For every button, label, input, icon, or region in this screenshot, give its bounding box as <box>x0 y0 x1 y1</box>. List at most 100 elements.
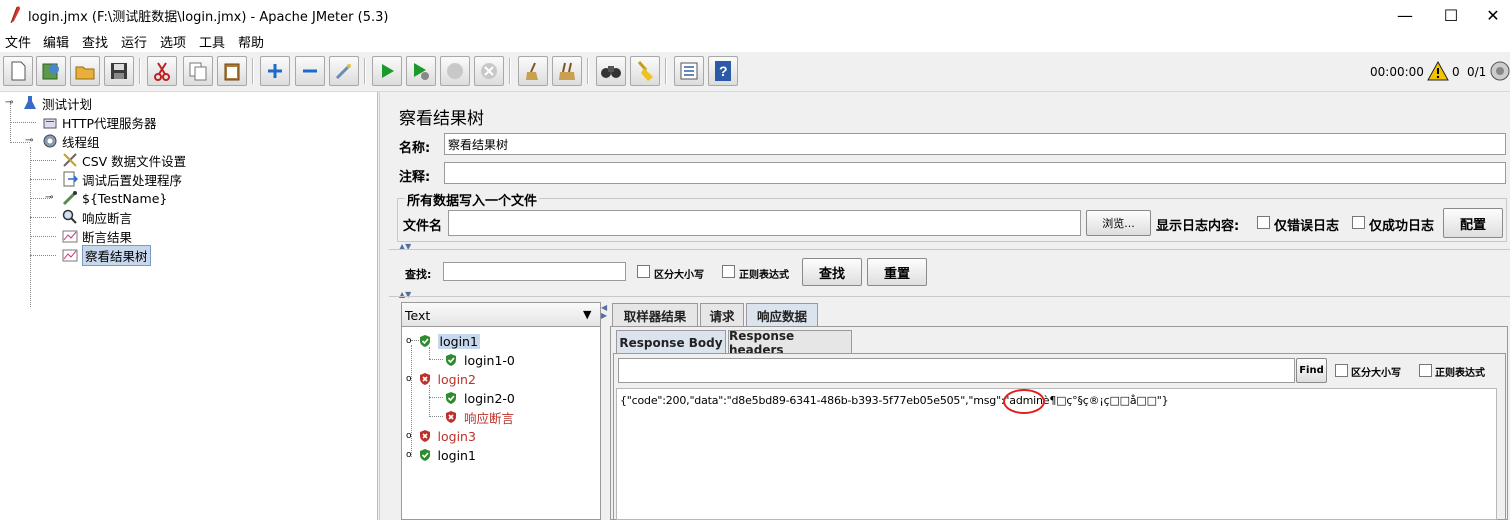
collapse-toggle-icon[interactable]: o <box>406 374 412 384</box>
broom-all-icon <box>559 62 575 80</box>
minimize-button[interactable]: — <box>1382 0 1428 30</box>
configure-button[interactable]: 配置 <box>1443 208 1503 238</box>
save-button[interactable] <box>104 56 134 86</box>
maximize-button[interactable]: ☐ <box>1428 0 1474 30</box>
tree-item-http-proxy[interactable]: HTTP代理服务器 <box>42 113 157 131</box>
response-find-button[interactable]: Find <box>1296 358 1327 383</box>
split-arrows-icon[interactable]: ◀ ▶ <box>601 304 607 320</box>
save-icon <box>111 63 127 79</box>
menu-run[interactable]: 运行 <box>121 32 147 51</box>
expand-toggle-icon[interactable]: o <box>406 431 412 441</box>
search-button[interactable] <box>596 56 626 86</box>
result-item[interactable]: o login1 <box>406 332 480 350</box>
response-regex-checkbox[interactable] <box>1419 364 1432 377</box>
errors-only-checkbox[interactable] <box>1257 216 1270 229</box>
shutdown-button[interactable] <box>474 56 504 86</box>
tree-item-response-assertion[interactable]: 响应断言 <box>62 208 132 226</box>
cut-button[interactable] <box>147 56 177 86</box>
stop-icon <box>447 63 463 79</box>
new-file-icon <box>11 61 26 81</box>
clear-all-button[interactable] <box>552 56 582 86</box>
response-case-checkbox[interactable] <box>1335 364 1348 377</box>
menu-search[interactable]: 查找 <box>82 32 108 51</box>
tree-item-test-plan[interactable]: 测试计划 <box>22 94 92 112</box>
result-item[interactable]: login2-0 <box>444 389 515 407</box>
fail-shield-icon <box>419 430 430 442</box>
tree-item-view-results-tree[interactable]: 察看结果树 <box>62 244 151 266</box>
close-button[interactable]: ✕ <box>1470 0 1510 30</box>
expand-button[interactable] <box>260 56 290 86</box>
browse-button[interactable]: 浏览... <box>1086 210 1151 236</box>
search-find-button[interactable]: 查找 <box>802 258 862 286</box>
response-regex-label: 正则表达式 <box>1435 368 1485 379</box>
search-regex-checkbox[interactable] <box>722 265 735 278</box>
result-item[interactable]: 响应断言 <box>444 408 514 426</box>
result-item[interactable]: o login3 <box>406 427 476 445</box>
tree-item-thread-group[interactable]: 线程组 <box>42 132 100 150</box>
response-body-text-area[interactable]: {"code":200,"data":"d8e5bd89-6341-486b-b… <box>616 388 1497 520</box>
copy-button[interactable] <box>183 56 213 86</box>
expand-toggle-icon[interactable]: ⊸ <box>45 192 53 203</box>
start-no-pause-button[interactable] <box>406 56 436 86</box>
comment-input[interactable] <box>444 162 1506 184</box>
templates-button[interactable] <box>36 56 66 86</box>
proxy-server-icon <box>42 114 58 130</box>
expand-toggle-icon[interactable]: o <box>406 450 412 460</box>
collapse-toggle-icon[interactable]: ⊸ <box>25 135 33 146</box>
start-button[interactable] <box>372 56 402 86</box>
search-case-checkbox[interactable] <box>637 265 650 278</box>
warning-icon[interactable] <box>1427 61 1449 81</box>
success-only-checkbox[interactable] <box>1352 216 1365 229</box>
open-folder-icon <box>75 66 95 80</box>
tab-response-headers[interactable]: Response headers <box>728 329 852 357</box>
paste-button[interactable] <box>217 56 247 86</box>
title-bar: login.jmx (F:\测试脏数据\login.jmx) - Apache … <box>0 0 1510 30</box>
toggle-button[interactable] <box>329 56 359 86</box>
menu-options[interactable]: 选项 <box>160 32 186 51</box>
result-item[interactable]: o login1 <box>406 446 476 464</box>
search-input[interactable] <box>443 262 626 281</box>
open-button[interactable] <box>70 56 100 86</box>
tree-item-csv-config[interactable]: CSV 数据文件设置 <box>62 151 186 169</box>
jmeter-feather-icon <box>10 6 20 24</box>
split-pane-divider[interactable] <box>379 92 389 520</box>
help-book-icon: ? <box>715 61 731 81</box>
stop-button[interactable] <box>440 56 470 86</box>
tab-response-data[interactable]: 响应数据 <box>746 303 818 327</box>
menu-edit[interactable]: 编辑 <box>43 32 69 51</box>
function-helper-button[interactable] <box>674 56 704 86</box>
play-no-pause-icon <box>414 63 429 80</box>
errors-only-label: 仅错误日志 <box>1274 219 1340 234</box>
tree-item-test-sampler[interactable]: ${TestName} <box>62 189 167 207</box>
tab-request[interactable]: 请求 <box>700 303 744 327</box>
collapse-toggle-icon[interactable]: o <box>406 336 412 346</box>
menu-file[interactable]: 文件 <box>5 32 31 51</box>
tree-item-assertion-results[interactable]: 断言结果 <box>62 227 132 245</box>
window-title: login.jmx (F:\测试脏数据\login.jmx) - Apache … <box>28 10 389 25</box>
filename-input[interactable] <box>448 210 1081 236</box>
response-body-text: {"code":200,"data":"d8e5bd89-6341-486b-b… <box>620 394 1169 407</box>
chart-icon <box>62 247 78 263</box>
success-only-label: 仅成功日志 <box>1369 219 1435 234</box>
collapse-arrows-icon[interactable]: ▲▼ <box>399 290 411 299</box>
renderer-select[interactable]: Text ▼ <box>402 303 600 327</box>
response-find-input[interactable] <box>618 358 1295 383</box>
clear-button[interactable] <box>518 56 548 86</box>
reset-search-button[interactable] <box>630 56 660 86</box>
thread-count: 0/1 <box>1467 65 1487 79</box>
new-button[interactable] <box>3 56 33 86</box>
menu-help[interactable]: 帮助 <box>238 32 264 51</box>
tab-sampler-result[interactable]: 取样器结果 <box>612 303 698 327</box>
tree-item-debug-postprocessor[interactable]: 调试后置处理程序 <box>62 170 182 188</box>
result-item[interactable]: o login2 <box>406 370 476 388</box>
flask-icon <box>22 95 38 111</box>
menu-tools[interactable]: 工具 <box>199 32 225 51</box>
name-input[interactable] <box>444 133 1506 155</box>
result-item[interactable]: login1-0 <box>444 351 515 369</box>
search-reset-button[interactable]: 重置 <box>867 258 927 286</box>
collapse-button[interactable] <box>295 56 325 86</box>
broom-yellow-icon <box>637 61 653 81</box>
collapse-toggle-icon[interactable]: ⊸ <box>5 97 13 108</box>
tab-response-body[interactable]: Response Body <box>616 330 726 354</box>
help-button[interactable]: ? <box>708 56 738 86</box>
